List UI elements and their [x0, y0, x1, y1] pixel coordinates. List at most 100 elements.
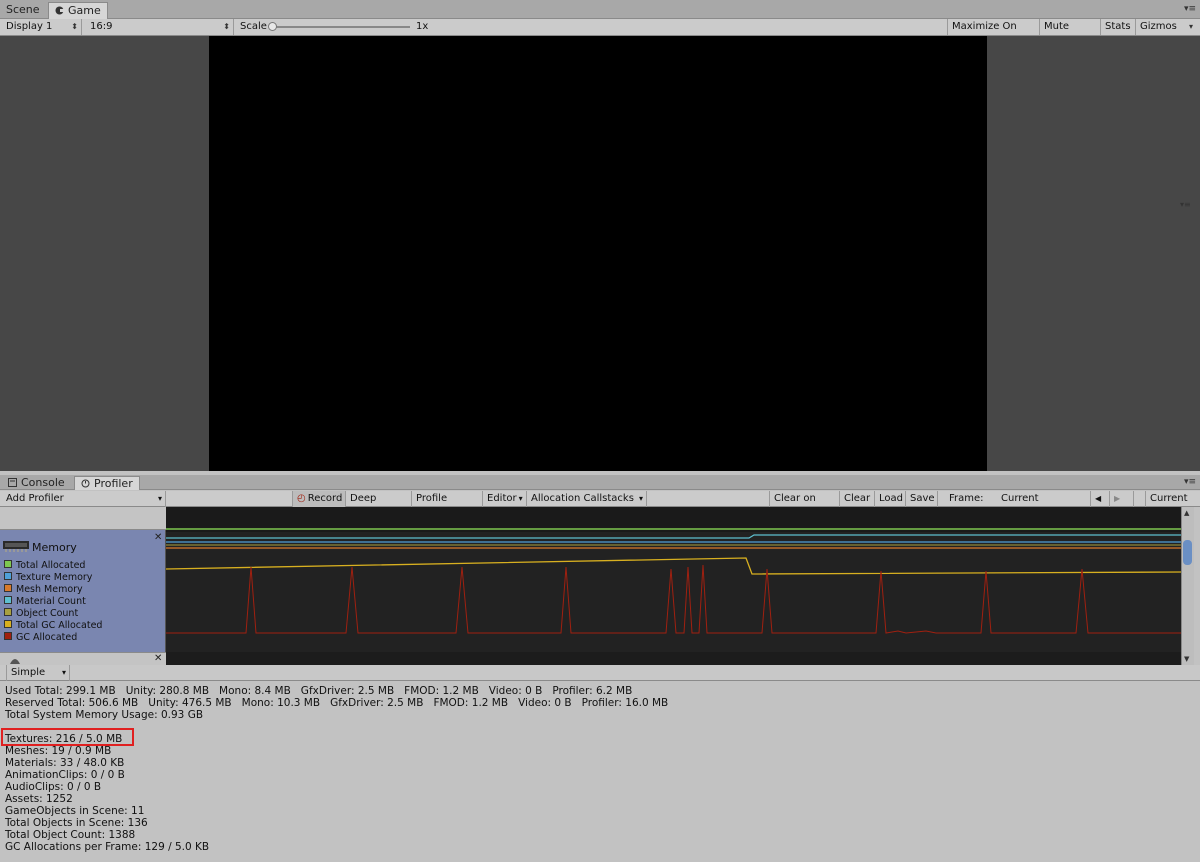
total-objects-scene-line: Total Objects in Scene: 136: [5, 817, 148, 829]
editor-dropdown[interactable]: Editor ▾: [483, 491, 527, 507]
clear-on-play-button[interactable]: Clear on Play: [769, 491, 840, 520]
scale-value: 1x: [416, 21, 429, 32]
legend-swatch: [4, 620, 12, 628]
game-viewport[interactable]: [209, 36, 987, 471]
used-total-line: Used Total: 299.1 MB Unity: 280.8 MB Mon…: [5, 685, 633, 697]
stats-button[interactable]: Stats: [1101, 19, 1136, 35]
close-icon[interactable]: ✕: [154, 653, 162, 664]
panel-menu-icon[interactable]: ▾≡: [1184, 477, 1196, 487]
game-toolbar: Display 1 ⬍ 16:9 ⬍ Scale 1x Maximize On Pl…: [0, 19, 1200, 48]
textures-highlight-box: [1, 728, 134, 746]
aspect-dropdown[interactable]: 16:9 ⬍: [86, 19, 234, 35]
legend-label: GC Allocated: [16, 632, 78, 643]
legend-swatch: [4, 608, 12, 616]
panel-menu-icon[interactable]: ▾≡: [1184, 4, 1196, 14]
memory-chart-svg: [166, 507, 1181, 665]
legend-swatch: [4, 584, 12, 592]
gizmos-label: Gizmos: [1140, 21, 1177, 32]
legend-label: Total GC Allocated: [16, 620, 103, 631]
legend-swatch: [4, 596, 12, 604]
legend-total-allocated[interactable]: Total Allocated: [4, 560, 85, 572]
tab-profiler-label: Profiler: [94, 477, 133, 490]
bottom-tab-strip: Console Profiler ▾≡: [0, 475, 1200, 490]
legend-material-count[interactable]: Material Count: [4, 596, 86, 608]
system-memory-line: Total System Memory Usage: 0.93 GB: [5, 709, 204, 721]
clear-label: Clear: [844, 493, 871, 504]
legend-gc-allocated[interactable]: GC Allocated: [4, 632, 77, 644]
game-icon: [55, 4, 64, 15]
scroll-up-icon[interactable]: ▲: [1184, 509, 1189, 517]
prev-frame-button[interactable]: ◀: [1090, 491, 1110, 507]
scrollbar-thumb[interactable]: [1183, 540, 1192, 565]
tab-scene[interactable]: Scene: [0, 2, 46, 19]
updown-icon: ⬍: [71, 22, 78, 31]
meshes-line: Meshes: 19 / 0.9 MB: [5, 745, 112, 757]
gizmos-button[interactable]: Gizmos ▾: [1136, 19, 1196, 35]
frame-label: Frame:: [945, 491, 993, 507]
tab-console-label: Console: [21, 476, 65, 489]
series-total-gc-allocated: [166, 557, 1181, 575]
allocation-callstacks-dropdown[interactable]: Allocation Callstacks ▾: [527, 491, 647, 507]
audio-module-icon: [8, 654, 22, 664]
frame-label-text: Frame:: [949, 493, 984, 504]
scale-control: Scale 1x: [236, 19, 436, 35]
scroll-down-icon[interactable]: ▼: [1184, 655, 1189, 663]
record-label: Record: [307, 493, 343, 504]
legend-mesh-memory[interactable]: Mesh Memory: [4, 584, 83, 596]
dropdown-arrow-icon: ▾: [157, 494, 162, 503]
view-mode-bar: Simple ▾: [0, 665, 1200, 681]
legend-object-count[interactable]: Object Count: [4, 608, 78, 620]
next-frame-button[interactable]: ▶: [1110, 491, 1134, 507]
triangle-right-icon: ▶: [1114, 494, 1121, 503]
record-button[interactable]: ◴ Record: [292, 491, 346, 507]
tab-profiler[interactable]: Profiler: [74, 476, 140, 490]
save-button[interactable]: Save: [906, 491, 938, 507]
save-label: Save: [910, 493, 935, 504]
memory-chip-icon: [3, 538, 29, 552]
dropdown-arrow-icon: ▾: [1188, 22, 1193, 31]
memory-chart[interactable]: [166, 507, 1181, 665]
legend-label: Mesh Memory: [16, 584, 83, 595]
legend-texture-memory[interactable]: Texture Memory: [4, 572, 92, 584]
mute-audio-button[interactable]: Mute Audio: [1040, 19, 1101, 48]
deep-profile-button[interactable]: Deep Profile: [346, 491, 412, 520]
legend-label: Object Count: [16, 608, 79, 619]
scale-label: Scale: [240, 21, 267, 32]
total-object-count-line: Total Object Count: 1388: [5, 829, 136, 841]
tab-console[interactable]: Console: [2, 476, 71, 490]
add-profiler-label: Add Profiler: [6, 493, 64, 504]
legend-label: Texture Memory: [16, 572, 93, 583]
load-button[interactable]: Load: [875, 491, 906, 507]
legend-swatch: [4, 632, 12, 640]
reserved-total-line: Reserved Total: 506.6 MB Unity: 476.5 MB…: [5, 697, 669, 709]
legend-label: Material Count: [16, 596, 86, 607]
tab-game[interactable]: Game: [48, 2, 108, 19]
gameobjects-line: GameObjects in Scene: 11: [5, 805, 145, 817]
current-frame-button[interactable]: Current: [1145, 491, 1196, 507]
frame-value: Current: [997, 491, 1087, 507]
updown-icon: ⬍: [223, 22, 230, 31]
gc-allocations-line: GC Allocations per Frame: 129 / 5.0 KB: [5, 841, 210, 853]
side-menu-icon[interactable]: ▾≡: [1180, 200, 1200, 209]
display-dropdown[interactable]: Display 1 ⬍: [2, 19, 82, 35]
tab-scene-label: Scene: [6, 3, 40, 16]
console-icon: [8, 477, 17, 487]
scale-slider-track[interactable]: [272, 26, 410, 28]
current-label: Current: [1150, 493, 1188, 504]
clear-button[interactable]: Clear: [840, 491, 875, 507]
assets-line: Assets: 1252: [5, 793, 73, 805]
legend-total-gc-allocated[interactable]: Total GC Allocated: [4, 620, 102, 632]
stats-label: Stats: [1105, 21, 1131, 32]
display-label: Display 1: [6, 21, 53, 32]
dropdown-arrow-icon: ▾: [638, 494, 643, 503]
maximize-on-play-button[interactable]: Maximize On Play: [947, 19, 1040, 48]
tab-game-label: Game: [68, 4, 101, 17]
close-icon[interactable]: ✕: [154, 532, 162, 543]
next-module-header[interactable]: [0, 652, 166, 665]
view-mode-dropdown[interactable]: Simple ▾: [6, 665, 70, 681]
scale-slider-handle[interactable]: [268, 22, 277, 31]
add-profiler-dropdown[interactable]: Add Profiler ▾: [2, 491, 166, 507]
profile-editor-button[interactable]: Profile Editor: [412, 491, 483, 520]
chart-scrollbar[interactable]: [1181, 507, 1194, 665]
audio-clips-line: AudioClips: 0 / 0 B: [5, 781, 102, 793]
